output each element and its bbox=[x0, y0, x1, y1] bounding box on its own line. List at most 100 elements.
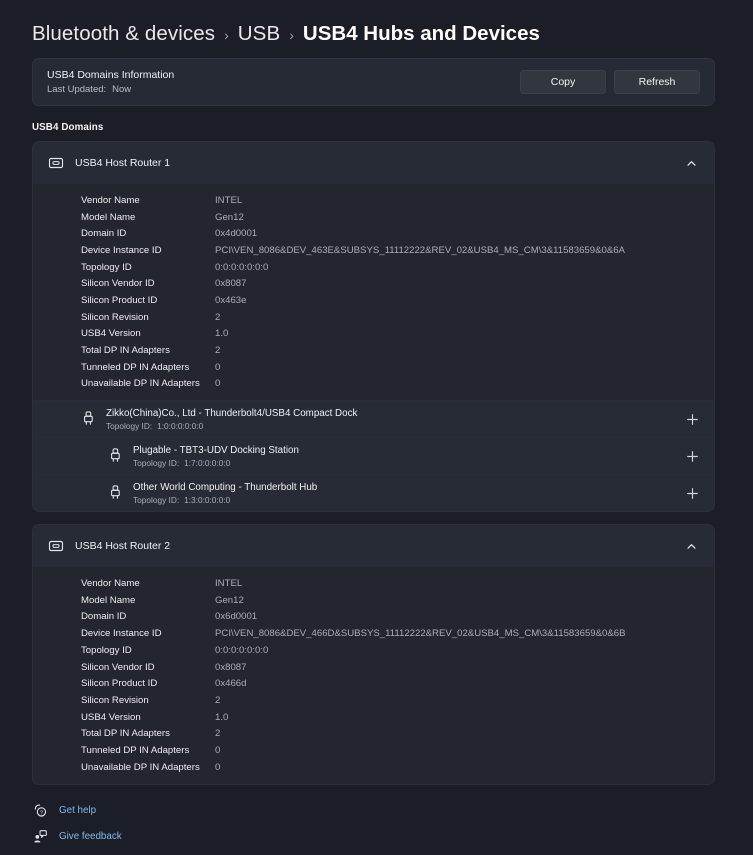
feedback-icon bbox=[32, 829, 48, 845]
property-value: 2 bbox=[215, 345, 221, 357]
chevron-up-icon[interactable] bbox=[684, 156, 698, 170]
property-key: Silicon Revision bbox=[81, 311, 149, 323]
breadcrumb-item-bluetooth-devices[interactable]: Bluetooth & devices bbox=[32, 22, 215, 46]
device-topology: Topology ID: 1:0:0:0:0:0:0 bbox=[106, 421, 684, 431]
property-row: Tunneled DP IN Adapters 0 bbox=[33, 742, 714, 759]
topology-value: 1:0:0:0:0:0:0 bbox=[157, 420, 204, 431]
property-row: Silicon Vendor ID 0x8087 bbox=[33, 659, 714, 676]
property-value: Gen12 bbox=[215, 594, 244, 606]
property-key: Silicon Vendor ID bbox=[81, 278, 155, 290]
property-row: Silicon Product ID 0x463e bbox=[33, 292, 714, 309]
expand-device-button[interactable] bbox=[684, 411, 700, 427]
info-card-text: USB4 Domains Information Last Updated: N… bbox=[47, 69, 174, 95]
connected-device-row[interactable]: Plugable - TBT3-UDV Docking Station Topol… bbox=[33, 437, 714, 475]
router-header-toggle[interactable]: USB4 Host Router 1 bbox=[33, 142, 714, 184]
router-header-toggle[interactable]: USB4 Host Router 2 bbox=[33, 525, 714, 568]
router-body: Vendor Name INTEL Model Name Gen12 Domain ID… bbox=[33, 184, 714, 512]
router-title: USB4 Host Router 2 bbox=[75, 540, 171, 553]
property-value: 1.0 bbox=[215, 711, 229, 723]
router-properties: Vendor Name INTEL Model Name Gen12 Domain ID… bbox=[33, 184, 714, 400]
property-row: Device Instance ID PCI\VEN_8086&DEV_466D&… bbox=[33, 625, 714, 642]
property-value: 0:0:0:0:0:0:0 bbox=[215, 644, 269, 656]
last-updated-label: Last Updated: bbox=[47, 84, 107, 95]
property-key: Silicon Vendor ID bbox=[81, 661, 155, 673]
property-value: 0x463e bbox=[215, 294, 247, 306]
property-key: Silicon Product ID bbox=[81, 678, 158, 690]
property-row: Domain ID 0x6d0001 bbox=[33, 609, 714, 626]
copy-button[interactable]: Copy bbox=[520, 70, 606, 94]
property-value: 2 bbox=[215, 728, 221, 740]
breadcrumb-item-usb[interactable]: USB bbox=[238, 22, 280, 46]
usb-device-icon bbox=[81, 411, 95, 427]
router-properties: Vendor Name INTEL Model Name Gen12 Domain ID… bbox=[33, 567, 714, 783]
property-key: Silicon Revision bbox=[81, 694, 149, 706]
footer-links: ? Get help Give feedback bbox=[32, 803, 729, 845]
property-key: Unavailable DP IN Adapters bbox=[81, 761, 200, 773]
property-key: Domain ID bbox=[81, 611, 127, 623]
usb-device-icon bbox=[108, 448, 122, 464]
chevron-up-icon[interactable] bbox=[684, 539, 698, 553]
property-value: 0 bbox=[215, 361, 221, 373]
device-name: Zikko(China)Co., Ltd - Thunderbolt4/USB4… bbox=[106, 407, 358, 419]
property-key: Vendor Name bbox=[81, 194, 140, 206]
property-value: 0x466d bbox=[215, 678, 247, 690]
last-updated-value: Now bbox=[112, 84, 132, 95]
last-updated: Last Updated: Now bbox=[47, 84, 174, 95]
property-value: INTEL bbox=[215, 578, 243, 590]
info-card-actions: Copy Refresh bbox=[520, 70, 700, 94]
property-key: Topology ID bbox=[81, 644, 132, 656]
get-help-link[interactable]: ? Get help bbox=[32, 803, 96, 819]
connected-device-row[interactable]: Zikko(China)Co., Ltd - Thunderbolt4/USB4… bbox=[33, 400, 714, 438]
property-key: Total DP IN Adapters bbox=[81, 728, 170, 740]
settings-page: Bluetooth & devices › USB › USB4 Hubs an… bbox=[0, 0, 753, 855]
property-row: Unavailable DP IN Adapters 0 bbox=[33, 376, 714, 393]
usb4-host-router-card: USB4 Host Router 2 Vendor Name INTEL Model … bbox=[32, 524, 715, 785]
property-row: Topology ID 0:0:0:0:0:0:0 bbox=[33, 259, 714, 276]
property-key: USB4 Version bbox=[81, 328, 141, 340]
usb4-host-router-card: USB4 Host Router 1 Vendor Name INTEL Model … bbox=[32, 141, 715, 513]
property-row: Total DP IN Adapters 2 bbox=[33, 342, 714, 359]
topology-value: 1:7:0:0:0:0:0 bbox=[184, 457, 231, 468]
property-row: Tunneled DP IN Adapters 0 bbox=[33, 359, 714, 376]
property-row: USB4 Version 1.0 bbox=[33, 709, 714, 726]
property-value: 0x8087 bbox=[215, 661, 247, 673]
property-value: 0x8087 bbox=[215, 278, 247, 290]
expand-device-button[interactable] bbox=[684, 485, 700, 501]
topology-label: Topology ID: bbox=[133, 457, 180, 468]
device-text: Plugable - TBT3-UDV Docking Station Topol… bbox=[133, 445, 684, 468]
property-value: 2 bbox=[215, 311, 221, 323]
property-value: 0 bbox=[215, 744, 221, 756]
property-key: Silicon Product ID bbox=[81, 294, 158, 306]
property-row: Unavailable DP IN Adapters 0 bbox=[33, 759, 714, 776]
topology-value: 1:3:0:0:0:0:0 bbox=[184, 494, 231, 505]
device-topology: Topology ID: 1:3:0:0:0:0:0 bbox=[133, 495, 684, 505]
give-feedback-link[interactable]: Give feedback bbox=[32, 829, 122, 845]
property-key: Tunneled DP IN Adapters bbox=[81, 361, 190, 373]
property-key: Model Name bbox=[81, 594, 136, 606]
property-row: Total DP IN Adapters 2 bbox=[33, 725, 714, 742]
topology-label: Topology ID: bbox=[133, 494, 180, 505]
property-row: Silicon Product ID 0x466d bbox=[33, 675, 714, 692]
usb4-domains-information-card: USB4 Domains Information Last Updated: N… bbox=[32, 58, 715, 106]
device-text: Other World Computing - Thunderbolt Hub T… bbox=[133, 482, 684, 505]
property-key: Topology ID bbox=[81, 261, 132, 273]
page-title: USB4 Hubs and Devices bbox=[302, 22, 540, 45]
router-icon bbox=[47, 538, 64, 555]
refresh-button[interactable]: Refresh bbox=[614, 70, 700, 94]
property-row: USB4 Version 1.0 bbox=[33, 326, 714, 343]
property-row: Silicon Revision 2 bbox=[33, 692, 714, 709]
get-help-label: Get help bbox=[59, 805, 97, 816]
usb-device-icon bbox=[108, 485, 122, 501]
breadcrumb-separator-icon: › bbox=[224, 27, 229, 43]
device-topology: Topology ID: 1:7:0:0:0:0:0 bbox=[133, 458, 684, 468]
property-key: Tunneled DP IN Adapters bbox=[81, 744, 190, 756]
device-name: Plugable - TBT3-UDV Docking Station bbox=[133, 444, 299, 456]
property-row: Device Instance ID PCI\VEN_8086&DEV_463E&… bbox=[33, 242, 714, 259]
device-name: Other World Computing - Thunderbolt Hub bbox=[133, 481, 318, 493]
expand-device-button[interactable] bbox=[684, 448, 700, 464]
property-key: Device Instance ID bbox=[81, 244, 162, 256]
property-value: PCI\VEN_8086&DEV_466D&SUBSYS_11112222&RE… bbox=[215, 628, 626, 640]
connected-device-row[interactable]: Other World Computing - Thunderbolt Hub T… bbox=[33, 474, 714, 512]
svg-text:?: ? bbox=[39, 810, 42, 816]
breadcrumb-separator-icon: › bbox=[289, 27, 294, 43]
